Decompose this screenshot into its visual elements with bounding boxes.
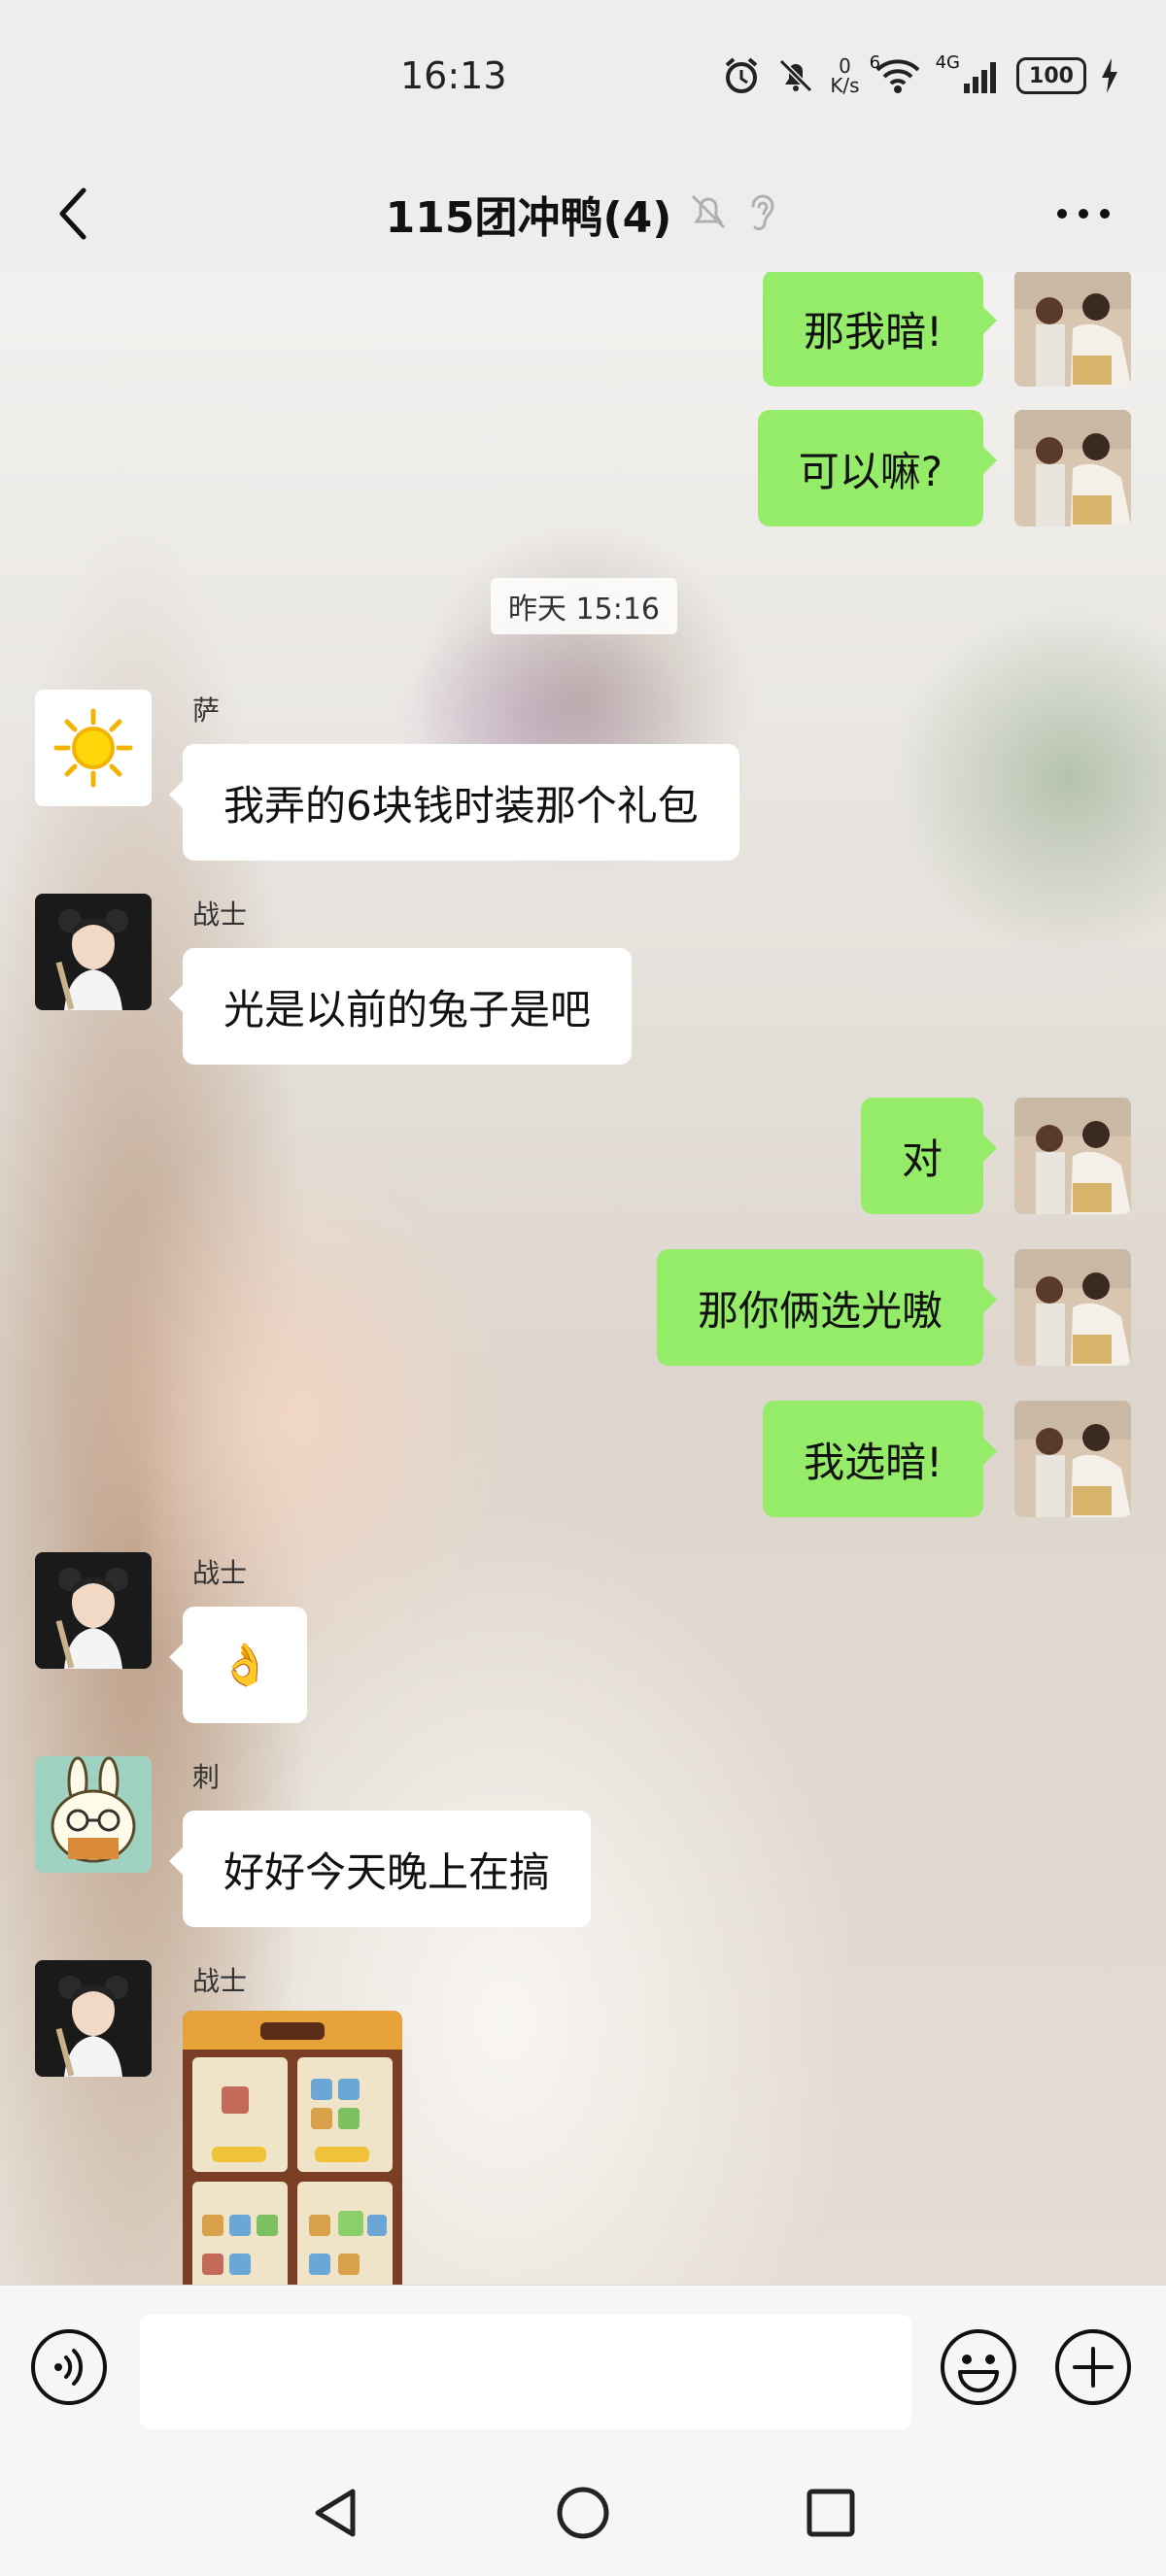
sender-name: 萨 (192, 695, 221, 727)
message-bubble-outgoing[interactable]: 可以嘛? (757, 410, 998, 526)
image-message[interactable] (183, 2011, 402, 2285)
battery-level: 100 (1016, 57, 1086, 94)
nav-back-button[interactable] (301, 2479, 369, 2547)
system-nav-bar (0, 2450, 1166, 2576)
message-bubble-incoming[interactable]: 👌 (168, 1607, 308, 1723)
plus-icon (1055, 2329, 1131, 2405)
game-screenshot-image (183, 2011, 402, 2285)
message-bubble-outgoing[interactable]: 那我暗! (763, 272, 997, 387)
more-button[interactable] (1040, 175, 1127, 253)
avatar-self[interactable] (1014, 272, 1131, 387)
avatar-self[interactable] (1014, 1401, 1131, 1517)
status-bar: 16:13 0 K/s 6 4G 100 (0, 0, 1166, 155)
chat-title[interactable]: 115团冲鸭(4) (386, 183, 672, 245)
avatar-self[interactable] (1014, 410, 1131, 526)
input-bar (0, 2285, 1166, 2450)
chat-area[interactable]: 那我暗! 可以嘛? 昨天 15:16 萨 我弄的6块钱时装那个礼包 战士 光是以… (0, 272, 1166, 2285)
ear-icon (745, 190, 780, 237)
nav-recents-button[interactable] (797, 2479, 865, 2547)
sender-name: 战士 (192, 898, 248, 931)
more-icon (1057, 209, 1110, 219)
title-wrap: 115团冲鸭(4) (0, 175, 1166, 253)
chat-timestamp: 昨天 15:16 (491, 578, 677, 634)
message-bubble-incoming[interactable]: 好好今天晚上在搞 (168, 1811, 592, 1927)
avatar-zhanshi[interactable] (35, 1960, 152, 2077)
message-bubble-outgoing[interactable]: 我选暗! (763, 1401, 997, 1517)
voice-icon (31, 2329, 107, 2405)
emoji-button[interactable] (939, 2327, 1018, 2407)
avatar-self[interactable] (1014, 1249, 1131, 1366)
message-bubble-incoming[interactable]: 我弄的6块钱时装那个礼包 (169, 744, 739, 861)
sender-name: 战士 (192, 1965, 248, 1997)
message-bubble-outgoing[interactable]: 对 (860, 1098, 998, 1214)
signal-label: 4G (935, 52, 960, 73)
emoji-icon (941, 2329, 1016, 2405)
avatar-ci[interactable] (35, 1756, 152, 1873)
mute-icon (775, 52, 816, 99)
charging-icon (1100, 52, 1119, 99)
battery-icon: 100 (1016, 52, 1086, 99)
avatar-zhanshi[interactable] (35, 894, 152, 1010)
wifi-label: 6 (869, 52, 881, 73)
chat-header: 115团冲鸭(4) (0, 155, 1166, 272)
plus-button[interactable] (1053, 2327, 1133, 2407)
message-bubble-incoming[interactable]: 光是以前的兔子是吧 (168, 948, 633, 1065)
sender-name: 战士 (192, 1557, 248, 1589)
nav-home-button[interactable] (549, 2479, 617, 2547)
back-triangle-icon (315, 2489, 356, 2537)
net-speed: 0 K/s (830, 52, 859, 99)
avatar-zhanshi[interactable] (35, 1552, 152, 1669)
wifi-icon: 6 (870, 52, 922, 99)
net-speed-unit: K/s (830, 74, 860, 97)
voice-button[interactable] (29, 2327, 109, 2407)
message-input[interactable] (140, 2315, 911, 2429)
signal-icon: 4G (936, 52, 1003, 99)
recents-square-icon (806, 2489, 855, 2537)
mute-bell-icon (689, 190, 728, 237)
message-bubble-outgoing[interactable]: 那你俩选光嗷 (656, 1249, 998, 1366)
home-circle-icon (557, 2487, 609, 2539)
avatar-self[interactable] (1014, 1098, 1131, 1214)
alarm-icon (721, 52, 762, 99)
status-time: 16:13 (400, 54, 507, 97)
avatar-sa[interactable] (35, 690, 152, 806)
sender-name: 刺 (192, 1761, 221, 1793)
status-icons: 0 K/s 6 4G 100 (721, 52, 1119, 99)
